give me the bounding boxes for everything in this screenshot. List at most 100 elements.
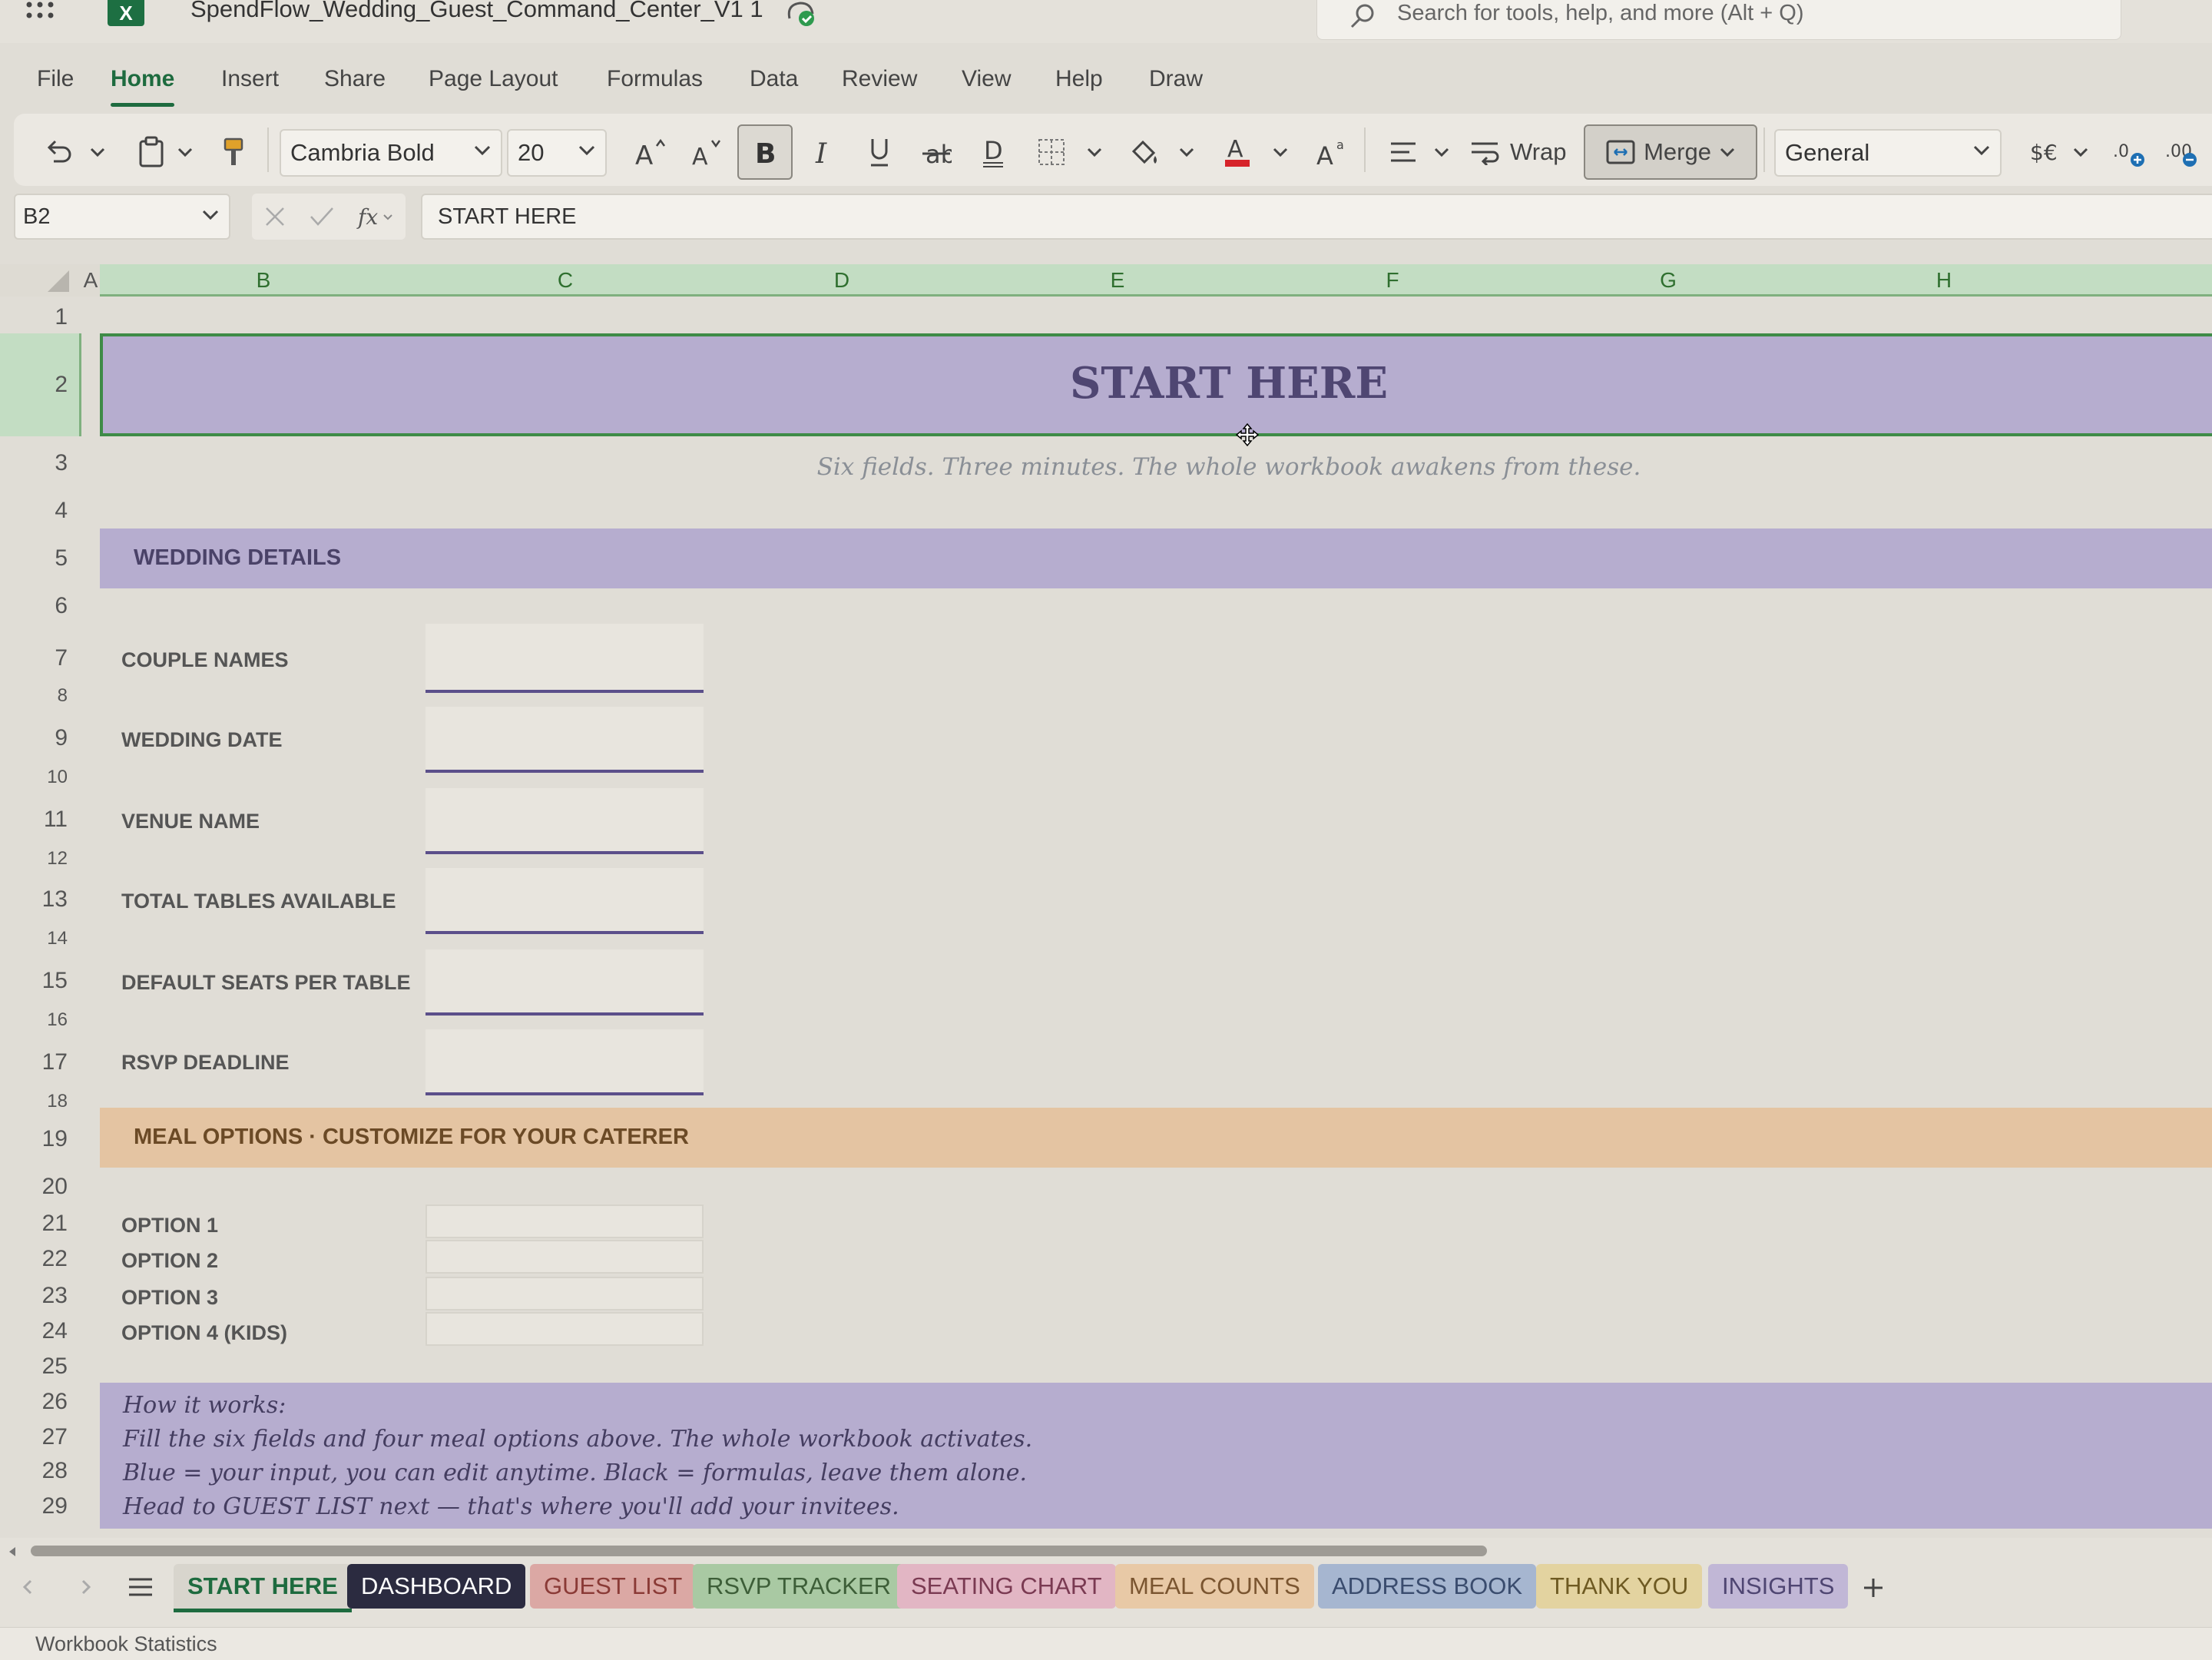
font-name-dropdown[interactable]: Cambria Bold: [280, 129, 502, 177]
bold-button[interactable]: B: [737, 124, 793, 180]
fill-color-icon[interactable]: [1124, 129, 1166, 175]
row-header[interactable]: 1: [0, 304, 77, 330]
row-header[interactable]: 21: [0, 1211, 77, 1237]
row-header[interactable]: 20: [0, 1174, 77, 1200]
column-header-f[interactable]: F: [1255, 264, 1530, 297]
tab-thank-you[interactable]: THANK YOU: [1536, 1564, 1703, 1609]
sheet-list-menu-icon[interactable]: [127, 1576, 154, 1598]
column-header-a[interactable]: A: [81, 264, 100, 297]
add-sheet-icon[interactable]: [1862, 1576, 1885, 1599]
row-header[interactable]: 29: [0, 1493, 77, 1519]
venue-name-input[interactable]: [426, 788, 704, 854]
fill-color-dropdown-chevron-icon[interactable]: [1174, 129, 1200, 175]
currency-format-icon[interactable]: $€: [2025, 129, 2068, 175]
cloud-saved-icon[interactable]: [783, 0, 817, 28]
menu-formulas[interactable]: Formulas: [607, 66, 703, 92]
increase-font-size-icon[interactable]: A: [630, 129, 671, 175]
decrease-font-size-icon[interactable]: A: [687, 129, 728, 175]
font-color-dropdown-chevron-icon[interactable]: [1267, 129, 1293, 175]
row-header[interactable]: 5: [0, 545, 77, 572]
menu-help[interactable]: Help: [1055, 66, 1103, 92]
column-header-b[interactable]: B: [100, 264, 427, 297]
borders-dropdown-chevron-icon[interactable]: [1081, 129, 1108, 175]
row-header[interactable]: 13: [0, 886, 77, 913]
borders-icon[interactable]: [1031, 129, 1072, 175]
strikethrough-icon[interactable]: ab: [916, 129, 957, 175]
row-header[interactable]: 8: [0, 685, 77, 702]
confirm-check-icon[interactable]: [309, 204, 335, 229]
prev-sheet-icon[interactable]: [18, 1578, 37, 1596]
italic-icon[interactable]: I: [802, 129, 843, 175]
column-header-g[interactable]: G: [1530, 264, 1806, 297]
row-header[interactable]: 10: [0, 767, 77, 784]
menu-home[interactable]: Home: [111, 66, 175, 107]
column-header-d[interactable]: D: [704, 264, 980, 297]
menu-view[interactable]: View: [962, 66, 1011, 92]
horizontal-scrollbar[interactable]: [0, 1538, 2212, 1564]
row-header[interactable]: 6: [0, 593, 77, 619]
formula-input[interactable]: START HERE: [421, 194, 2212, 240]
menu-page-layout[interactable]: Page Layout: [429, 66, 558, 92]
row-header[interactable]: 23: [0, 1283, 77, 1309]
scrollbar-thumb[interactable]: [31, 1546, 1487, 1556]
row-header[interactable]: 11: [0, 807, 77, 833]
meal-option-4-input[interactable]: [426, 1312, 704, 1346]
tab-guest-list[interactable]: GUEST LIST: [530, 1564, 697, 1609]
row-header[interactable]: 7: [0, 645, 77, 671]
tab-start-here[interactable]: START HERE: [174, 1564, 352, 1612]
column-header-c[interactable]: C: [427, 264, 704, 297]
double-underline-icon[interactable]: D: [972, 129, 1014, 175]
row-header[interactable]: 12: [0, 848, 77, 865]
workbook-statistics[interactable]: Workbook Statistics: [35, 1632, 217, 1656]
menu-data[interactable]: Data: [750, 66, 798, 92]
font-color-icon[interactable]: A: [1217, 129, 1258, 175]
tab-rsvp-tracker[interactable]: RSVP TRACKER: [693, 1564, 906, 1609]
tab-seating-chart[interactable]: SEATING CHART: [897, 1564, 1116, 1609]
wedding-date-input[interactable]: [426, 707, 704, 773]
select-all-corner[interactable]: [0, 264, 81, 297]
menu-file[interactable]: File: [37, 66, 74, 92]
text-effects-icon[interactable]: Aa: [1310, 129, 1353, 175]
currency-dropdown-chevron-icon[interactable]: [2068, 129, 2094, 175]
name-box[interactable]: B2: [14, 194, 230, 240]
search-box[interactable]: Search for tools, help, and more (Alt + …: [1316, 0, 2121, 40]
row-header[interactable]: 14: [0, 928, 77, 945]
row-header[interactable]: 19: [0, 1126, 77, 1152]
row-header[interactable]: 27: [0, 1424, 77, 1450]
merge-button[interactable]: Merge: [1584, 124, 1757, 180]
row-header[interactable]: 22: [0, 1246, 77, 1272]
paste-icon[interactable]: [131, 129, 172, 175]
underline-icon[interactable]: [859, 129, 900, 175]
paste-dropdown-chevron-icon[interactable]: [174, 129, 197, 175]
tab-dashboard[interactable]: DASHBOARD: [347, 1564, 526, 1609]
row-header[interactable]: 4: [0, 498, 77, 524]
meal-option-2-input[interactable]: [426, 1240, 704, 1274]
tab-meal-counts[interactable]: MEAL COUNTS: [1115, 1564, 1314, 1609]
row-header[interactable]: 17: [0, 1049, 77, 1075]
couple-names-input[interactable]: [426, 624, 704, 693]
meal-option-1-input[interactable]: [426, 1204, 704, 1238]
decrease-decimal-icon[interactable]: .00: [2158, 129, 2204, 175]
column-header-next[interactable]: [2081, 264, 2212, 297]
row-header[interactable]: 28: [0, 1458, 77, 1484]
menu-insert[interactable]: Insert: [221, 66, 279, 92]
row-header[interactable]: 26: [0, 1389, 77, 1415]
meal-option-3-input[interactable]: [426, 1277, 704, 1310]
format-painter-icon[interactable]: [214, 129, 253, 175]
row-header[interactable]: 24: [0, 1318, 77, 1344]
undo-icon[interactable]: [37, 129, 80, 175]
menu-draw[interactable]: Draw: [1149, 66, 1203, 92]
total-tables-input[interactable]: [426, 868, 704, 934]
rsvp-deadline-input[interactable]: [426, 1029, 704, 1095]
insert-function-icon[interactable]: fx: [356, 203, 396, 230]
tab-insights[interactable]: INSIGHTS: [1708, 1564, 1849, 1609]
increase-decimal-icon[interactable]: .0: [2106, 129, 2152, 175]
align-dropdown-chevron-icon[interactable]: [1429, 129, 1455, 175]
file-title[interactable]: SpendFlow_Wedding_Guest_Command_Center_V…: [190, 0, 763, 23]
menu-share[interactable]: Share: [324, 66, 386, 92]
number-format-dropdown[interactable]: General: [1774, 129, 2002, 177]
menu-review[interactable]: Review: [842, 66, 917, 92]
default-seats-input[interactable]: [426, 949, 704, 1016]
row-header[interactable]: 9: [0, 725, 77, 751]
row-header[interactable]: 18: [0, 1091, 77, 1108]
